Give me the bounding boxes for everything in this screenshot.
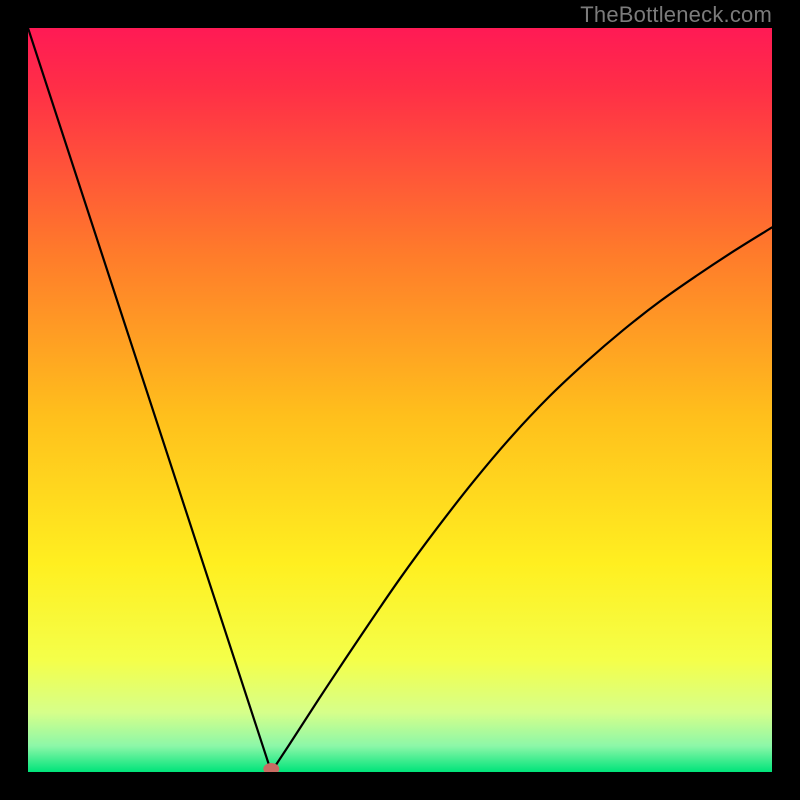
chart-svg bbox=[28, 28, 772, 772]
gradient-backdrop bbox=[28, 28, 772, 772]
chart-container: TheBottleneck.com bbox=[0, 0, 800, 800]
attribution-text: TheBottleneck.com bbox=[580, 2, 772, 28]
